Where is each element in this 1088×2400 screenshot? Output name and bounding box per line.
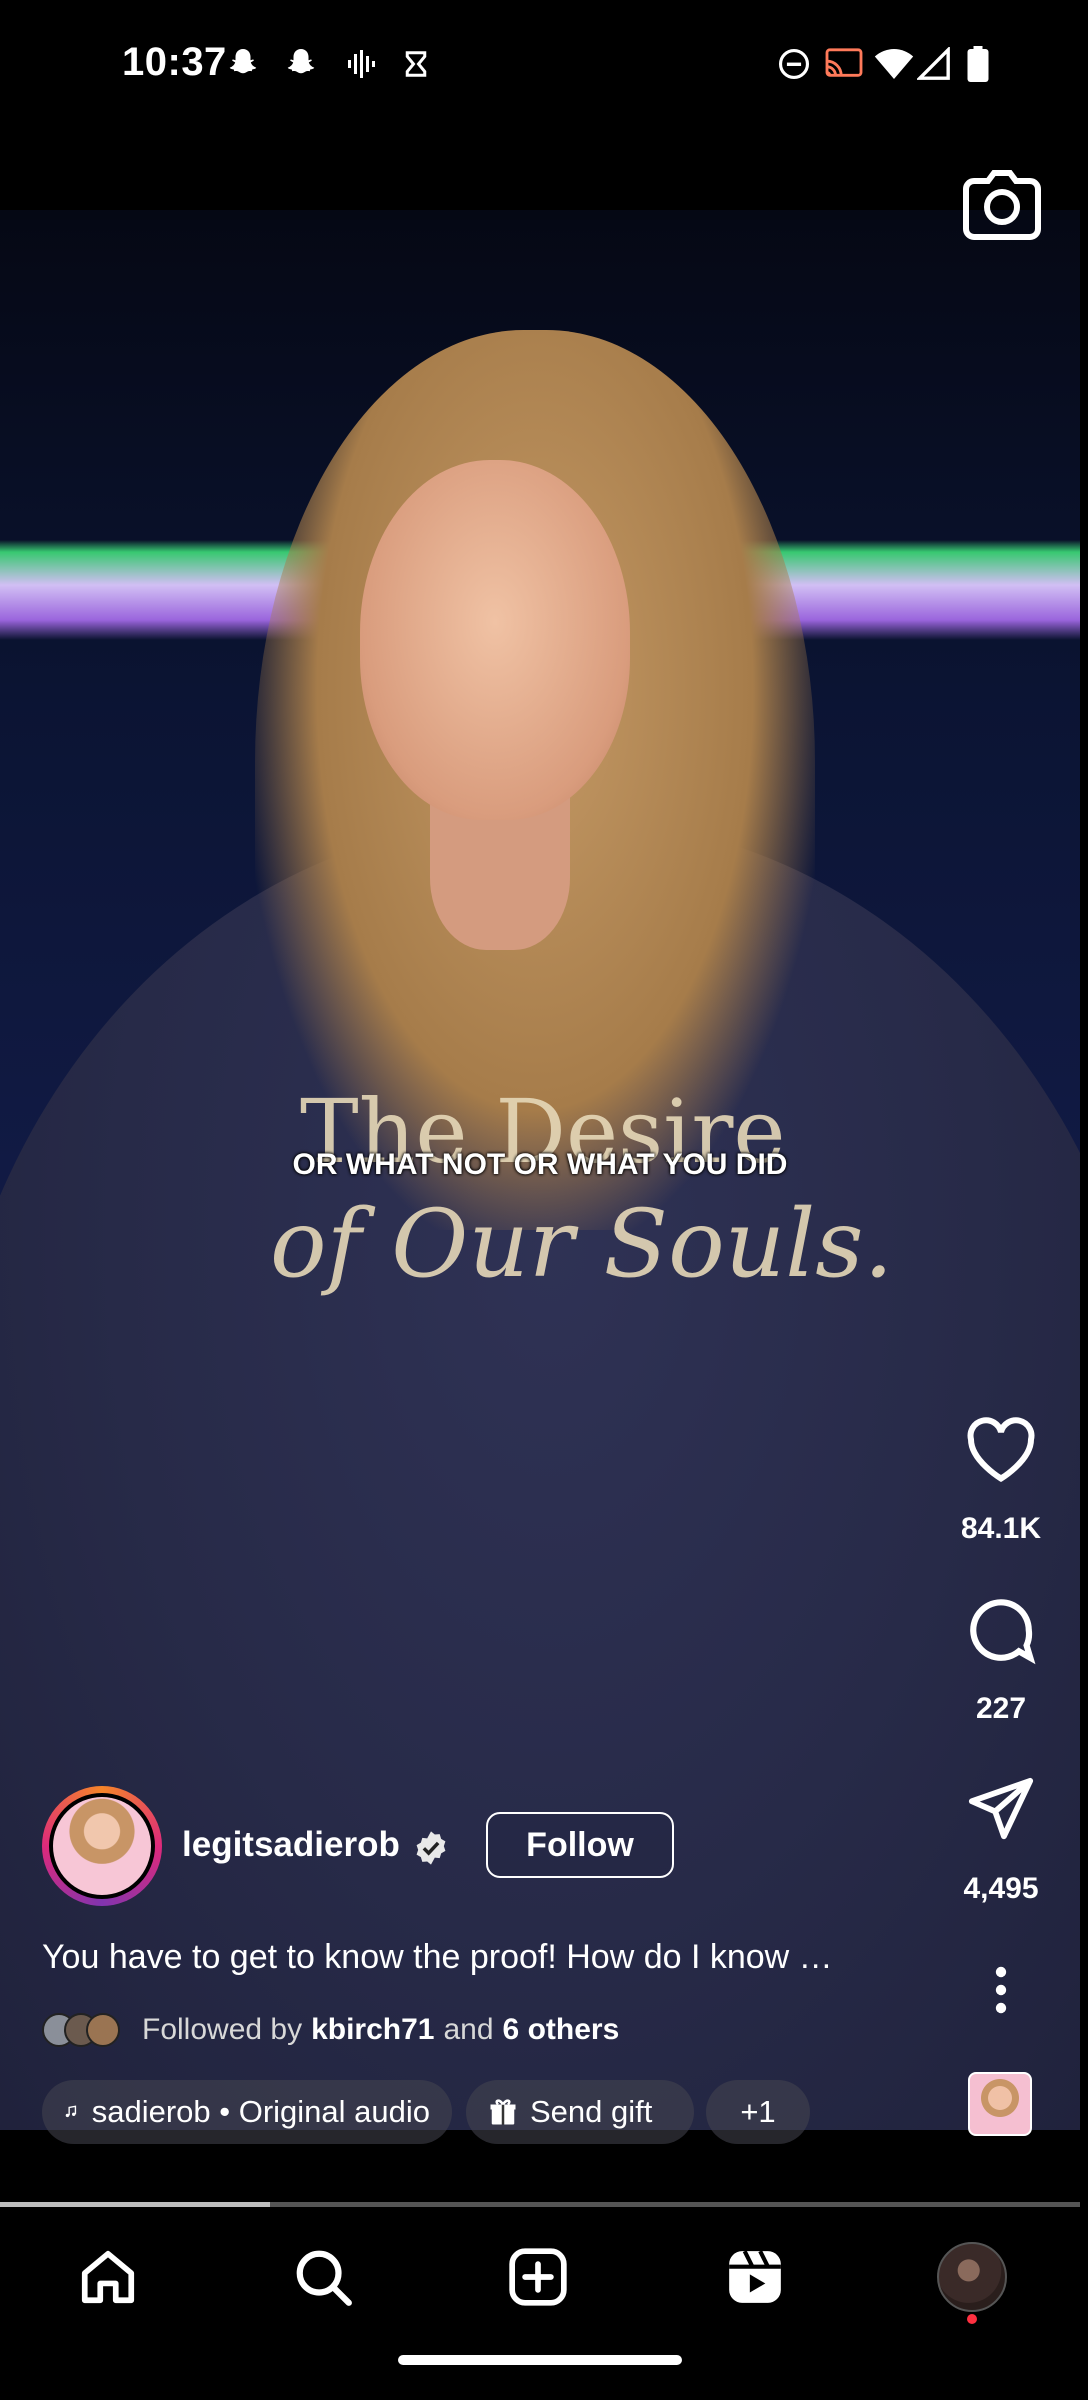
create-icon[interactable] [493,2232,583,2322]
send-icon[interactable] [961,1770,1041,1850]
followed-by-and: and [443,2013,494,2046]
search-icon[interactable] [278,2232,368,2322]
followed-by-others: 6 others [502,2013,620,2046]
profile-avatar[interactable] [937,2242,1007,2312]
comment-icon[interactable] [961,1590,1041,1670]
battery-icon [958,44,998,84]
snapchat-icon [222,44,264,84]
home-icon[interactable] [63,2232,153,2322]
video-caption-overlay: OR WHAT NOT OR WHAT YOU DID [292,1148,788,1181]
dnd-icon [774,44,814,84]
face [360,460,630,820]
author-username[interactable]: legitsadierob [182,1825,400,1865]
verified-badge-icon [412,1829,450,1872]
voice-icon [342,44,378,84]
audio-label: sadierob • Original audio [91,2094,430,2129]
reels-icon[interactable] [710,2232,800,2322]
more-pill[interactable]: +1 [706,2080,810,2144]
gift-icon [490,2099,516,2125]
comment-count: 227 [975,1692,1027,1725]
notification-dot [967,2314,977,2324]
wifi-icon [872,44,916,84]
signal-icon [914,44,954,84]
follower-avatar [86,2013,120,2047]
follow-button[interactable]: Follow [486,1812,674,1878]
timer-icon [398,44,434,84]
snapchat-icon [280,44,322,84]
status-time: 10:37 [122,40,227,84]
avatar[interactable] [53,1797,151,1895]
send-gift-button[interactable]: Send gift [466,2080,694,2144]
audio-thumbnail[interactable] [968,2072,1032,2136]
send-gift-label: Send gift [530,2094,653,2129]
heart-icon[interactable] [961,1410,1041,1490]
camera-icon[interactable] [962,168,1042,242]
home-indicator[interactable] [398,2355,682,2365]
audio-pill[interactable]: sadierob • Original audio [42,2080,452,2144]
more-icon[interactable] [961,1950,1041,2030]
followed-by-user: kbirch71 [311,2013,435,2046]
like-count: 84.1K [960,1512,1042,1545]
followed-by[interactable]: Followed by kbirch71 and 6 others [42,2010,619,2050]
share-count: 4,495 [963,1872,1039,1905]
post-caption[interactable]: You have to get to know the proof! How d… [42,1938,902,1977]
followed-by-prefix: Followed by [142,2013,303,2046]
cast-icon [822,44,866,84]
music-note-icon [65,2105,77,2118]
sweater-print-line2: of Our Souls. [270,1190,894,1299]
